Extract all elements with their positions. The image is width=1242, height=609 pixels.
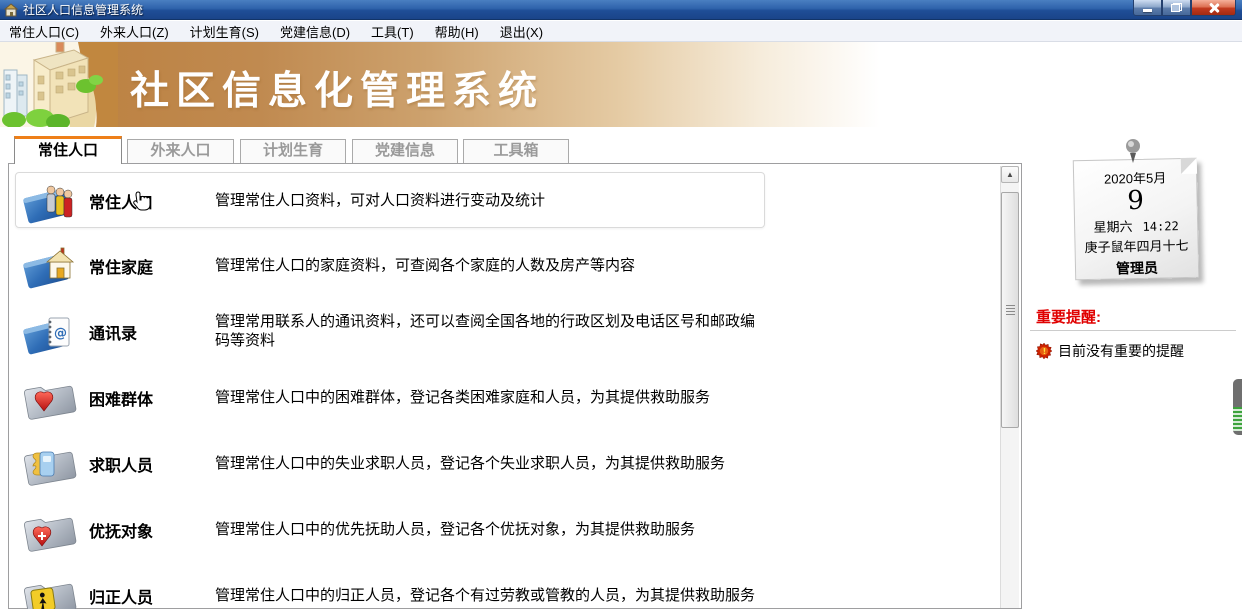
svg-text:@: @ — [54, 326, 67, 341]
close-icon — [1208, 2, 1219, 13]
menu-dangjianxinxi[interactable]: 党建信息(D) — [273, 22, 364, 41]
scroll-thumb-grip-icon — [1006, 305, 1015, 315]
feature-description: 管理常住人口的家庭资料，可查阅各个家庭的人数及房产等内容 — [215, 257, 765, 276]
calendar-time: 14:22 — [1142, 219, 1178, 234]
current-user: 管理员 — [1076, 256, 1198, 279]
calendar-paper: 2020年5月 9 星期六14:22 庚子鼠年四月十七 管理员 — [1073, 158, 1199, 281]
feature-description: 管理常用联系人的通讯资料，还可以查阅全国各地的行政区划及电话区号和邮政编码等资料 — [215, 313, 765, 351]
minimize-button[interactable] — [1133, 0, 1162, 16]
feature-description: 管理常住人口中的归正人员，登记各个有过劳教或管教的人员，为其提供救助服务 — [215, 587, 765, 606]
svg-text:!: ! — [1043, 347, 1047, 356]
scroll-thumb[interactable] — [1001, 192, 1019, 428]
window-title: 社区人口信息管理系统 — [23, 1, 143, 18]
book-people-icon — [23, 177, 77, 225]
tab-dangjianxinxi[interactable]: 党建信息 — [352, 139, 458, 163]
menu-wailairenkou[interactable]: 外来人口(Z) — [93, 22, 183, 41]
window-controls — [1133, 0, 1236, 16]
menu-bar: 常住人口(C) 外来人口(Z) 计划生育(S) 党建信息(D) 工具(T) 帮助… — [0, 21, 1242, 42]
side-panel-handle[interactable] — [1233, 379, 1242, 435]
feature-row-changzhurenkou[interactable]: 常住人口 管理常住人口资料，可对人口资料进行变动及统计 — [15, 170, 995, 232]
tab-wailairenkou[interactable]: 外来人口 — [127, 139, 234, 163]
folder-warning-icon — [23, 572, 77, 609]
feature-name[interactable]: 困难群体 — [89, 386, 193, 410]
folder-heart-icon — [23, 374, 77, 422]
calendar-weekday: 星期六 — [1093, 219, 1132, 235]
feature-description: 管理常住人口资料，可对人口资料进行变动及统计 — [215, 192, 765, 211]
alert-burst-icon: ! — [1036, 343, 1052, 359]
feature-list-panel: 常住人口 管理常住人口资料，可对人口资料进行变动及统计 常住家庭 管理常住人口的… — [8, 163, 1022, 609]
feature-row-youfuduixiang[interactable]: 优抚对象 管理常住人口中的优先抚助人员，登记各个优抚对象，为其提供救助服务 — [15, 499, 995, 561]
app-window: 社区人口信息管理系统 常住人口(C) 外来人口(Z) 计划生育(S) 党建信息(… — [0, 0, 1242, 609]
feature-name[interactable]: 通讯录 — [89, 320, 193, 344]
feature-row-qiuzhirenyuan[interactable]: 求职人员 管理常住人口中的失业求职人员，登记各个失业求职人员，为其提供救助服务 — [15, 433, 995, 495]
reminder-item: ! 目前没有重要的提醒 — [1036, 341, 1184, 361]
feature-name[interactable]: 归正人员 — [89, 584, 193, 608]
menu-changzhurenkou[interactable]: 常住人口(C) — [2, 22, 93, 41]
feature-name[interactable]: 求职人员 — [89, 452, 193, 476]
restore-button[interactable] — [1162, 0, 1191, 16]
book-house-icon — [23, 242, 77, 290]
reminder-divider — [1030, 330, 1236, 331]
folder-aid-heart-icon — [23, 506, 77, 554]
paper-fold — [1181, 158, 1197, 174]
menu-bangzhu[interactable]: 帮助(H) — [428, 22, 493, 41]
feature-name[interactable]: 常住家庭 — [89, 254, 193, 278]
app-house-icon — [4, 3, 18, 17]
scroll-up-button[interactable]: ▲ — [1001, 166, 1019, 183]
feature-row-changzhujiating[interactable]: 常住家庭 管理常住人口的家庭资料，可查阅各个家庭的人数及房产等内容 — [15, 235, 995, 297]
tab-jihuashengyu[interactable]: 计划生育 — [240, 139, 346, 163]
reminder-message: 目前没有重要的提醒 — [1058, 341, 1184, 361]
feature-description: 管理常住人口中的优先抚助人员，登记各个优抚对象，为其提供救助服务 — [215, 521, 765, 540]
banner: 社区信息化管理系统 — [0, 42, 1242, 127]
restore-icon — [1171, 3, 1182, 12]
feature-row-tongxunlu[interactable]: @ 通讯录 管理常用联系人的通讯资料，还可以查阅全国各地的行政区划及电话区号和邮… — [15, 301, 995, 363]
calendar-day: 9 — [1074, 186, 1197, 217]
menu-gongju[interactable]: 工具(T) — [364, 22, 428, 41]
calendar-widget: 2020年5月 9 星期六14:22 庚子鼠年四月十七 管理员 — [1066, 142, 1206, 287]
feature-row-kunnanqunti[interactable]: 困难群体 管理常住人口中的困难群体，登记各类困难家庭和人员，为其提供救助服务 — [15, 367, 995, 429]
side-panel-handle-stripes-icon — [1233, 407, 1242, 431]
feature-row-guizhengrenyuan[interactable]: 归正人员 管理常住人口中的归正人员，登记各个有过劳教或管教的人员，为其提供救助服… — [15, 565, 995, 609]
menu-jihuashengyu[interactable]: 计划生育(S) — [183, 22, 273, 41]
menu-tuichu[interactable]: 退出(X) — [493, 22, 557, 41]
tab-gongjuxiang[interactable]: 工具箱 — [463, 139, 569, 163]
book-contacts-icon: @ — [23, 308, 77, 356]
feature-description: 管理常住人口中的困难群体，登记各类困难家庭和人员，为其提供救助服务 — [215, 389, 765, 408]
banner-title: 社区信息化管理系统 — [130, 60, 544, 116]
pushpin-icon — [1122, 138, 1144, 164]
folder-job-icon — [23, 440, 77, 488]
feature-name[interactable]: 常住人口 — [89, 189, 193, 213]
calendar-weekday-time: 星期六 14:22 — [1075, 214, 1197, 236]
community-illustration-icon — [0, 42, 118, 127]
calendar-lunar-date: 庚子鼠年四月十七 — [1075, 234, 1197, 256]
close-button[interactable] — [1191, 0, 1236, 16]
title-bar: 社区人口信息管理系统 — [0, 0, 1242, 20]
tab-changzhurenkou[interactable]: 常住人口 — [14, 136, 122, 164]
feature-name[interactable]: 优抚对象 — [89, 518, 193, 542]
feature-description: 管理常住人口中的失业求职人员，登记各个失业求职人员，为其提供救助服务 — [215, 455, 765, 474]
minimize-icon — [1143, 9, 1152, 12]
reminder-title: 重要提醒: — [1036, 306, 1101, 327]
list-scrollbar[interactable]: ▲ — [1000, 166, 1019, 608]
